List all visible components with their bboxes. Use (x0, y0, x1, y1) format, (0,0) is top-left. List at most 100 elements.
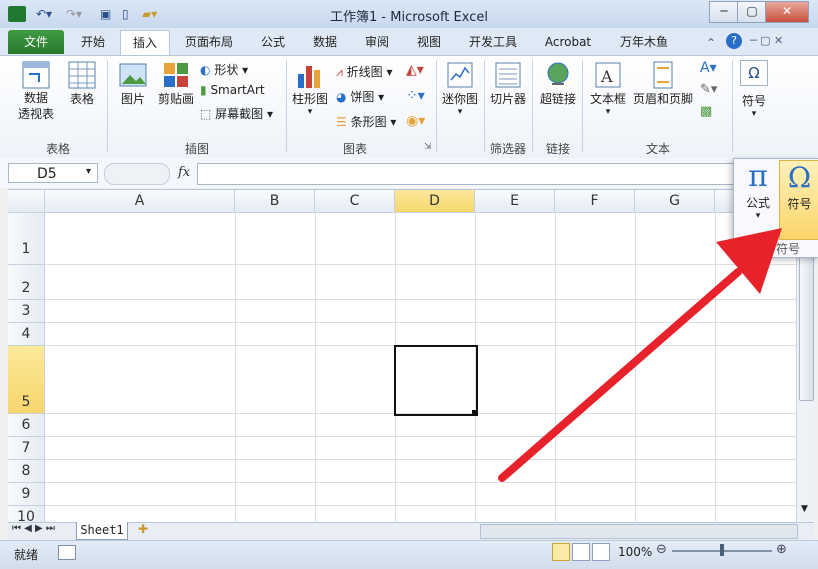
tab-data[interactable]: 数据 (304, 30, 346, 54)
insert-sheet-icon[interactable]: ✚ (138, 522, 148, 536)
page-break-view-icon[interactable] (592, 543, 610, 561)
insert-function-icon[interactable]: fx (178, 165, 190, 180)
row-header[interactable]: 8 (8, 460, 45, 483)
picture-button[interactable]: 图片 (113, 60, 153, 107)
column-header[interactable]: G (635, 190, 715, 213)
tab-page-layout[interactable]: 页面布局 (176, 30, 242, 54)
scroll-thumb[interactable] (799, 249, 814, 401)
zoom-slider-thumb[interactable] (720, 544, 724, 556)
clip-art-button[interactable]: 剪贴画 (155, 60, 197, 107)
tab-view[interactable]: 视图 (408, 30, 450, 54)
sparkline-button[interactable]: 迷你图 ▾ (440, 60, 480, 117)
line-chart-button[interactable]: ⩘ 折线图 ▾ (336, 63, 392, 80)
scroll-down-icon[interactable]: ▼ (801, 504, 808, 514)
column-header[interactable]: F (555, 190, 635, 213)
tab-formulas[interactable]: 公式 (252, 30, 294, 54)
header-footer-button[interactable]: 页眉和页脚 (632, 60, 694, 107)
row-header[interactable]: 1 (8, 213, 45, 265)
screenshot-button[interactable]: ⬚ 屏幕截图 ▾ (200, 105, 273, 122)
name-box[interactable]: D5 (8, 163, 98, 183)
help-icon[interactable]: ? (726, 33, 742, 49)
fill-handle[interactable] (472, 410, 477, 415)
area-chart-icon[interactable]: ◭▾ (406, 62, 424, 78)
other-charts-icon[interactable]: ◉▾ (406, 113, 425, 129)
slicer-button[interactable]: 切片器 (486, 60, 530, 107)
column-chart-button[interactable]: 柱形图 ▾ (290, 60, 330, 117)
omega-icon: Ω (740, 60, 768, 86)
row-header-selected[interactable]: 5 (8, 346, 45, 414)
horizontal-scrollbar[interactable] (480, 524, 798, 539)
picture-icon (119, 63, 147, 87)
formula-bar-splitter[interactable] (104, 163, 170, 185)
scatter-chart-icon[interactable]: ⁘▾ (406, 88, 425, 104)
smartart-button[interactable]: ▮ SmartArt (200, 83, 265, 97)
object-icon[interactable]: ▩ (700, 104, 712, 119)
separator (286, 60, 287, 152)
row-header[interactable]: 10 (8, 506, 45, 523)
line-chart-icon: ⩘ (336, 65, 343, 79)
select-all-corner[interactable] (8, 190, 45, 213)
tab-file[interactable]: 文件 (8, 30, 64, 54)
sheet-tab-sheet1[interactable]: Sheet1 (76, 522, 128, 540)
close-button[interactable]: ✕ (765, 1, 809, 23)
row-header[interactable]: 6 (8, 414, 45, 437)
group-label-links: 链接 (545, 142, 570, 156)
separator (107, 60, 108, 152)
group-label-illustrations: 插图 (184, 142, 209, 156)
sheet-nav-icon[interactable]: ⏮ ◀ ▶ ⏭ (12, 523, 55, 534)
restore-workbook-icon[interactable]: ─ ▢ ✕ (750, 34, 783, 47)
row-header[interactable]: 4 (8, 323, 45, 346)
page-layout-view-icon[interactable] (572, 543, 590, 561)
column-header[interactable]: A (45, 190, 235, 213)
group-label-text: 文本 (645, 142, 670, 156)
pie-chart-icon: ◕ (336, 90, 347, 104)
clip-art-icon (164, 63, 188, 87)
column-header[interactable]: B (235, 190, 315, 213)
tab-developer[interactable]: 开发工具 (462, 30, 524, 54)
tab-acrobat[interactable]: Acrobat (536, 30, 600, 54)
table-button[interactable]: 表格 (62, 60, 102, 107)
sparkline-icon (447, 62, 473, 88)
column-header-selected[interactable]: D (395, 190, 475, 213)
column-header[interactable]: E (475, 190, 555, 213)
macro-record-icon[interactable] (58, 545, 76, 560)
zoom-in-icon[interactable]: ⊕ (776, 542, 787, 557)
hyperlink-button[interactable]: 超链接 (536, 60, 580, 107)
status-bar (0, 540, 818, 569)
minimize-button[interactable]: ─ (709, 1, 739, 23)
column-header[interactable]: C (315, 190, 395, 213)
tab-wannianmuyu[interactable]: 万年木鱼 (612, 30, 676, 54)
bar-chart-button[interactable]: ☰ 条形图 ▾ (336, 113, 396, 130)
tab-review[interactable]: 审阅 (356, 30, 398, 54)
row-header[interactable]: 3 (8, 300, 45, 323)
shapes-button[interactable]: ◐ 形状 ▾ (200, 61, 248, 78)
selected-cell-d5[interactable] (394, 345, 478, 416)
zoom-level[interactable]: 100% (618, 545, 652, 559)
tab-home[interactable]: 开始 (70, 30, 116, 54)
textbox-button[interactable]: A 文本框 ▾ (588, 60, 628, 117)
window-title: 工作簿1 - Microsoft Excel (330, 10, 488, 25)
row-header[interactable]: 9 (8, 483, 45, 506)
status-ready: 就绪 (14, 548, 39, 562)
dialog-launcher-icon[interactable]: ⇲ (424, 142, 432, 152)
zoom-out-icon[interactable]: ⊖ (656, 542, 667, 557)
formula-input[interactable] (197, 163, 739, 185)
smartart-icon: ▮ (200, 83, 207, 97)
omega-large-icon: Ω (787, 161, 812, 194)
separator (732, 60, 733, 152)
pivot-table-button[interactable]: 数据 透视表 (12, 60, 60, 122)
pie-chart-button[interactable]: ◕ 饼图 ▾ (336, 88, 384, 105)
separator (582, 60, 583, 152)
symbol-ribbon-button[interactable]: Ω 符号 ▾ (736, 60, 772, 119)
wordart-icon[interactable]: A▾ (700, 60, 717, 76)
row-header[interactable]: 2 (8, 265, 45, 300)
signature-line-icon[interactable]: ✎▾ (700, 82, 717, 97)
equation-button[interactable]: π 公式 ▾ (740, 160, 776, 222)
name-box-dropdown-icon[interactable]: ▾ (86, 166, 91, 177)
separator (436, 60, 437, 152)
normal-view-icon[interactable] (552, 543, 570, 561)
row-header[interactable]: 7 (8, 437, 45, 460)
ribbon-collapse-icon[interactable]: ⌃ (706, 36, 716, 50)
tab-insert[interactable]: 插入 (120, 30, 170, 55)
maximize-button[interactable]: ▢ (737, 1, 767, 23)
